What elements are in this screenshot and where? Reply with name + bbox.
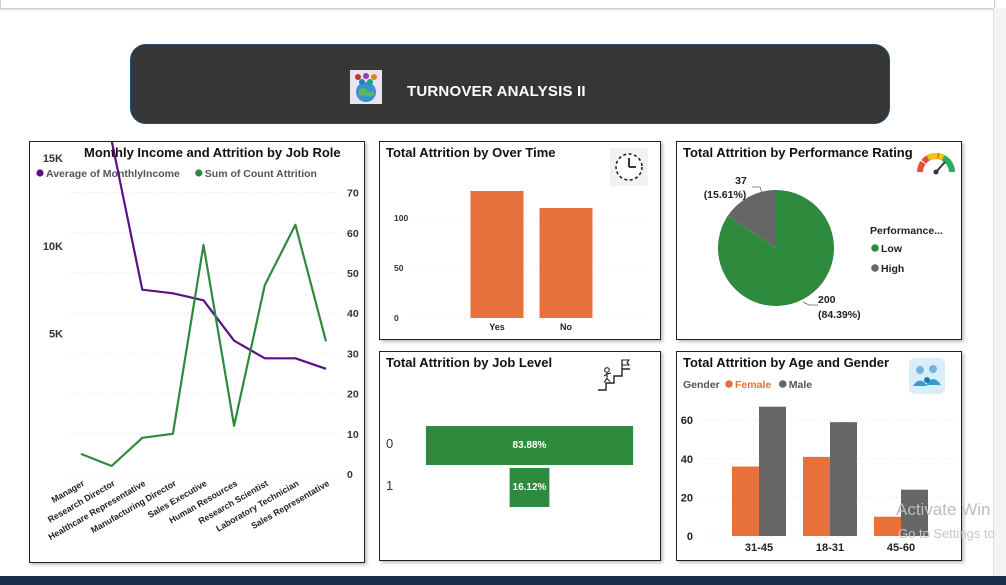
bar [539,208,593,318]
x-axis-tick: 45-60 [887,542,915,554]
bar [732,466,759,536]
x-axis-tick: 18-31 [816,542,844,554]
x-axis-tick: 31-45 [745,542,773,554]
leader-line [802,301,818,306]
y-axis-tick: 100 [394,213,408,223]
legend-label: High [881,263,904,275]
left-axis-tick: 10K [43,241,63,253]
income-attrition-panel[interactable]: Monthly Income and Attrition by Job Role… [29,141,365,563]
y-axis-tick: 60 [681,415,693,427]
bar [803,456,830,536]
legend-marker [36,169,44,177]
data-label: 37 [735,175,747,187]
header-banner: TURNOVER ANALYSIS II [130,44,890,124]
x-axis-tick: No [560,322,572,332]
left-axis-tick: 5K [49,329,63,341]
right-axis-tick: 40 [347,308,359,320]
data-label: (15.61%) [704,189,747,201]
overtime-panel[interactable]: Total Attrition by Over Time 0 50 100 Yes No [379,141,661,340]
job-level-chart[interactable]: 83.88% 0 16.12% 1 [380,352,662,560]
y-axis-tick: 40 [681,454,693,466]
data-label: 200 [818,294,836,306]
taskbar-strip [0,576,1006,585]
chart-axes: 0102030405060705K10K15KManagerResearch D… [43,153,359,542]
performance-pie-chart[interactable]: 37 (15.61%) 200 (84.39%) Performance... Low Hi… [677,142,963,339]
right-axis-tick: 50 [347,268,359,280]
legend-marker [725,380,733,388]
data-label: 83.88% [513,440,547,451]
y-axis-tick: 20 [681,492,693,504]
legend-label: Male [789,379,813,391]
legend-title: Performance... [870,225,943,237]
right-axis-tick: 20 [347,389,359,401]
y-axis-tick: 50 [394,263,404,273]
y-axis-tick: 0 [386,436,393,451]
income-attrition-chart[interactable]: Average of MonthlyIncome Sum of Count Att… [30,142,366,562]
bar [759,406,786,536]
data-label: 16.12% [513,482,547,493]
legend-label: Average of MonthlyIncome [46,168,180,180]
series-line [80,223,328,468]
legend-label: Sum of Count Attrition [205,168,317,180]
page-title: TURNOVER ANALYSIS II [407,83,586,100]
right-axis-tick: 70 [347,188,359,200]
performance-panel[interactable]: Total Attrition by Performance Rating 37… [676,141,962,340]
legend-marker [871,264,879,272]
legend-marker [195,169,203,177]
chart-gridlines [70,192,340,475]
y-axis-tick: 1 [386,478,393,493]
right-scrollbar-strip[interactable] [993,8,1006,576]
right-axis-tick: 60 [347,228,359,240]
chart-legend: Average of MonthlyIncome Sum of Count Att… [36,168,317,180]
x-axis-tick: Yes [489,322,505,332]
y-axis-tick: 0 [394,313,399,323]
overtime-chart[interactable]: 0 50 100 Yes No [380,142,662,339]
legend-marker [871,244,879,252]
right-axis-tick: 0 [347,469,353,481]
right-axis-tick: 30 [347,348,359,360]
activation-watermark-sub: Go to Settings to [898,526,995,541]
activation-watermark: Activate Win [896,500,991,519]
y-axis-tick: 0 [687,531,693,543]
legend-label: Low [881,243,903,255]
legend-label: Female [735,379,771,391]
right-axis-tick: 10 [347,429,359,441]
left-axis-tick: 15K [43,153,63,165]
data-label: (84.39%) [818,309,861,321]
legend-title: Gender [683,379,720,391]
people-globe-icon [350,70,382,104]
chart-lines [80,142,328,468]
bar [830,422,857,536]
legend-marker [779,380,787,388]
bar [470,191,524,318]
job-level-panel[interactable]: Total Attrition by Job Level 83.88% 0 16.1… [379,351,661,561]
top-card-edge [0,0,995,9]
